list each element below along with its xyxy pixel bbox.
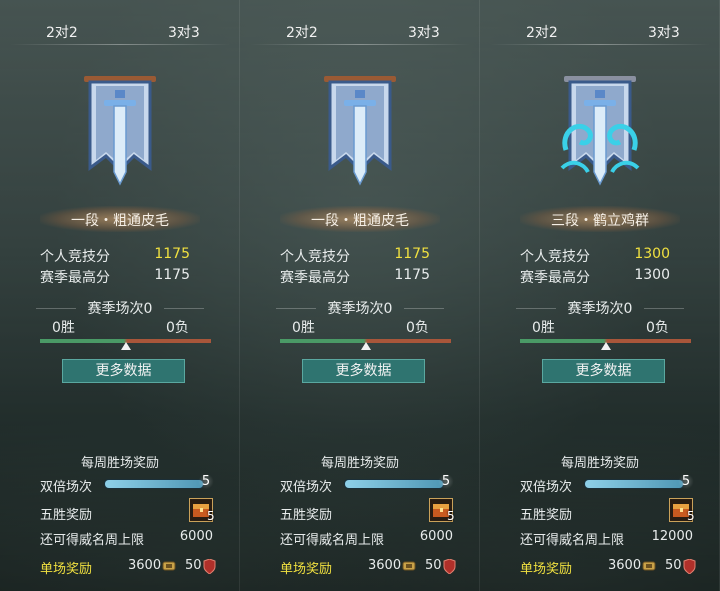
five-win-count: 5	[687, 509, 695, 523]
double-games-progress	[344, 479, 444, 489]
single-reward-value-1: 3600	[128, 558, 162, 573]
tab-2v2[interactable]: 2对2	[46, 22, 78, 42]
season-high-value: 1175	[154, 267, 190, 283]
season-high-value: 1175	[394, 267, 430, 283]
wins-count: 0胜	[52, 320, 75, 336]
rank-emblem-icon	[84, 76, 156, 186]
double-games-progress	[104, 479, 204, 489]
five-win-count: 5	[447, 509, 455, 523]
weekly-reward-title: 每周胜场奖励	[320, 456, 399, 471]
double-games-count: 5	[198, 474, 214, 489]
double-games-label: 双倍场次	[520, 480, 573, 495]
rank-title: 一段・粗通皮毛	[311, 213, 409, 229]
coin-icon	[162, 561, 176, 571]
double-games-count: 5	[438, 474, 454, 489]
five-win-count: 5	[207, 509, 215, 523]
losses-count: 0负	[646, 320, 669, 336]
personal-score-value: 1175	[154, 246, 190, 262]
arena-panel-1: 2对2 3对3 一段・粗通皮毛 个人竞技分 1175 赛季最高分 1175 赛季…	[240, 0, 480, 591]
double-games-progress-fill	[105, 480, 203, 488]
arena-panel-2: 2对2 3对3 三段・鹤立鸡群 个人竞技分 1300 赛季最高分 1300 赛季…	[480, 0, 720, 591]
rank-title: 一段・粗通皮毛	[71, 213, 169, 229]
single-reward-value-2: 50	[665, 558, 682, 573]
wins-count: 0胜	[532, 320, 555, 336]
rank-title: 三段・鹤立鸡群	[551, 213, 649, 229]
tab-3v3[interactable]: 3对3	[648, 22, 680, 42]
losses-count: 0负	[166, 320, 189, 336]
five-win-reward-label: 五胜奖励	[520, 508, 573, 523]
mode-tabs: 2对2 3对3	[0, 22, 240, 42]
personal-score-label: 个人竞技分	[40, 249, 110, 265]
tab-divider	[10, 44, 230, 45]
coin-icon	[642, 561, 656, 571]
single-reward-value-2: 50	[185, 558, 202, 573]
tab-3v3[interactable]: 3对3	[408, 22, 440, 42]
season-games: 赛季场次0	[327, 301, 393, 317]
win-loss-marker	[120, 342, 131, 350]
tab-3v3[interactable]: 3对3	[168, 22, 200, 42]
season-high-label: 赛季最高分	[40, 270, 110, 286]
season-high-label: 赛季最高分	[280, 270, 350, 286]
tab-2v2[interactable]: 2对2	[526, 22, 558, 42]
losses-count: 0负	[406, 320, 429, 336]
five-win-reward-label: 五胜奖励	[280, 508, 333, 523]
shield-icon	[683, 559, 696, 574]
shield-icon	[203, 559, 216, 574]
cap-label: 还可得威名周上限	[40, 533, 145, 548]
tab-divider	[490, 44, 710, 45]
double-games-progress	[584, 479, 684, 489]
single-reward-label: 单场奖励	[40, 562, 93, 577]
single-reward-value-2: 50	[425, 558, 442, 573]
tab-2v2[interactable]: 2对2	[286, 22, 318, 42]
season-games: 赛季场次0	[567, 301, 633, 317]
single-reward-label: 单场奖励	[280, 562, 333, 577]
single-reward-label: 单场奖励	[520, 562, 573, 577]
personal-score-value: 1175	[394, 246, 430, 262]
mode-tabs: 2对2 3对3	[480, 22, 720, 42]
double-games-label: 双倍场次	[40, 480, 93, 495]
season-high-label: 赛季最高分	[520, 270, 590, 286]
weekly-reward-title: 每周胜场奖励	[80, 456, 159, 471]
personal-score-label: 个人竞技分	[520, 249, 590, 265]
cap-label: 还可得威名周上限	[520, 533, 625, 548]
weekly-reward-title: 每周胜场奖励	[560, 456, 639, 471]
shield-icon	[443, 559, 456, 574]
tab-divider	[250, 44, 470, 45]
win-loss-marker	[600, 342, 611, 350]
more-data-button[interactable]: 更多数据	[62, 359, 185, 383]
coin-icon	[402, 561, 416, 571]
season-games: 赛季场次0	[87, 301, 153, 317]
double-games-progress-fill	[585, 480, 683, 488]
wins-count: 0胜	[292, 320, 315, 336]
cap-label: 还可得威名周上限	[280, 533, 385, 548]
single-reward-value-1: 3600	[368, 558, 402, 573]
double-games-count: 5	[678, 474, 694, 489]
single-reward-value-1: 3600	[608, 558, 642, 573]
mode-tabs: 2对2 3对3	[240, 22, 480, 42]
win-loss-marker	[360, 342, 371, 350]
personal-score-value: 1300	[634, 246, 670, 262]
cap-value: 6000	[419, 529, 453, 544]
arena-stage: 2对2 3对3 一段・粗通皮毛 个人竞技分 1175 赛季最高分 1175 赛季…	[0, 0, 720, 591]
season-high-value: 1300	[634, 267, 670, 283]
rank-emblem-icon	[560, 76, 640, 186]
cap-value: 6000	[179, 529, 213, 544]
rank-emblem-icon	[324, 76, 396, 186]
more-data-button[interactable]: 更多数据	[542, 359, 665, 383]
five-win-reward-label: 五胜奖励	[40, 508, 93, 523]
double-games-progress-fill	[345, 480, 443, 488]
cap-value: 12000	[651, 529, 693, 544]
double-games-label: 双倍场次	[280, 480, 333, 495]
more-data-button[interactable]: 更多数据	[302, 359, 425, 383]
arena-panel-3: 2对2 3对3 一段・粗通皮毛 个人竞技分 1175 赛季最高分 1175 赛季…	[0, 0, 240, 591]
personal-score-label: 个人竞技分	[280, 249, 350, 265]
